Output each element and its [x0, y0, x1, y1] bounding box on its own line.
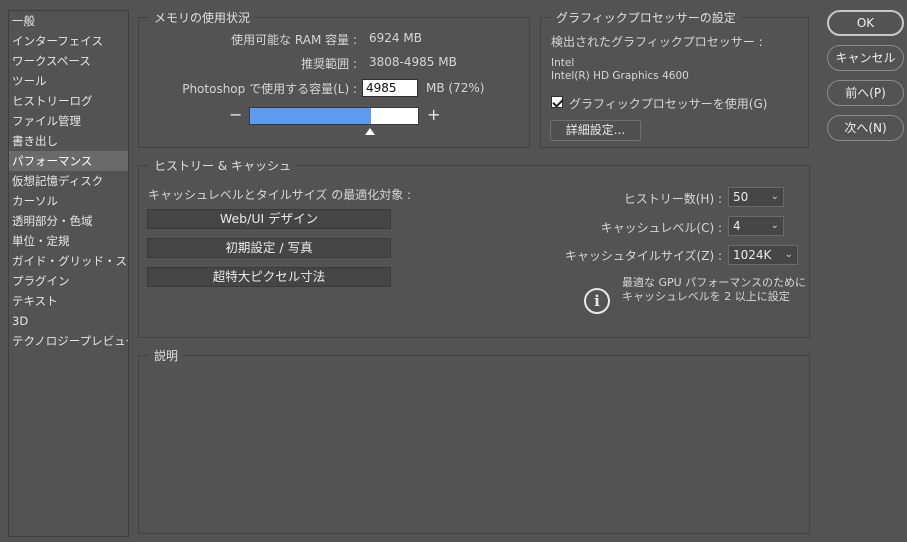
graphics-processor-group: グラフィックプロセッサーの設定 検出されたグラフィックプロセッサー : Inte…: [540, 9, 809, 148]
next-button[interactable]: 次へ(N): [827, 115, 904, 141]
sidebar-item[interactable]: テキスト: [9, 291, 128, 311]
chevron-down-icon: ⌄: [770, 220, 779, 231]
history-cache-title: ヒストリー & キャッシュ: [149, 157, 296, 174]
cache-levels-select[interactable]: 4 ⌄: [728, 216, 784, 236]
sidebar-item[interactable]: ファイル管理: [9, 111, 128, 131]
memory-usage-label: Photoshop で使用する容量(L) :: [182, 82, 357, 96]
sidebar-item[interactable]: 単位・定規: [9, 231, 128, 251]
optimize-cache-label: キャッシュレベルとタイルサイズ の最適化対象 :: [148, 188, 412, 202]
previous-button[interactable]: 前へ(P): [827, 80, 904, 106]
history-cache-group: ヒストリー & キャッシュ キャッシュレベルとタイルサイズ の最適化対象 : W…: [138, 157, 810, 338]
cache-tile-size-select[interactable]: 1024K ⌄: [728, 245, 798, 265]
sidebar-item[interactable]: 書き出し: [9, 131, 128, 151]
memory-usage-title: メモリの使用状況: [149, 9, 256, 26]
sidebar-item[interactable]: パフォーマンス: [9, 151, 128, 171]
history-states-label: ヒストリー数(H) :: [623, 192, 722, 206]
available-ram-label: 使用可能な RAM 容量 :: [231, 33, 357, 47]
sidebar-item[interactable]: ツール: [9, 71, 128, 91]
memory-usage-slider[interactable]: [249, 107, 419, 125]
web-ui-design-button[interactable]: Web/UI デザイン: [147, 209, 391, 229]
sidebar-item[interactable]: インターフェイス: [9, 31, 128, 51]
sidebar-item[interactable]: カーソル: [9, 191, 128, 211]
gpu-cache-tip-line2: キャッシュレベルを 2 以上に設定: [622, 290, 790, 303]
memory-usage-group: メモリの使用状況 使用可能な RAM 容量 : 6924 MB 推奨範囲 : 3…: [138, 9, 530, 148]
memory-usage-unit: MB (72%): [426, 81, 485, 95]
decrease-memory-button[interactable]: −: [229, 107, 242, 123]
history-states-value: 50: [733, 190, 749, 204]
gpu-model: Intel(R) HD Graphics 4600: [551, 70, 689, 82]
graphics-processor-title: グラフィックプロセッサーの設定: [551, 9, 741, 26]
sidebar-item[interactable]: プラグイン: [9, 271, 128, 291]
huge-pixel-dimensions-button[interactable]: 超特大ピクセル寸法: [147, 267, 391, 287]
use-gpu-checkbox[interactable]: [551, 96, 563, 108]
gpu-vendor: Intel: [551, 57, 575, 69]
cache-levels-label: キャッシュレベル(C) :: [600, 221, 722, 235]
chevron-down-icon: ⌄: [770, 191, 779, 202]
memory-usage-slider-fill: [250, 108, 371, 124]
memory-usage-slider-thumb[interactable]: [365, 128, 376, 135]
ideal-range-value: 3808-4985 MB: [369, 55, 457, 69]
default-photos-button[interactable]: 初期設定 / 写真: [147, 238, 391, 258]
memory-usage-input[interactable]: 4985: [362, 79, 418, 97]
advanced-settings-button[interactable]: 詳細設定...: [550, 120, 641, 141]
info-icon: i: [584, 288, 610, 314]
cache-tile-size-label: キャッシュタイルサイズ(Z) :: [564, 249, 722, 263]
increase-memory-button[interactable]: +: [427, 107, 440, 123]
sidebar-item[interactable]: 一般: [9, 11, 128, 31]
use-gpu-label[interactable]: グラフィックプロセッサーを使用(G): [569, 95, 767, 112]
available-ram-value: 6924 MB: [369, 31, 422, 45]
history-states-select[interactable]: 50 ⌄: [728, 187, 784, 207]
cache-tile-size-value: 1024K: [733, 248, 772, 262]
description-title: 説明: [149, 347, 184, 364]
sidebar-item[interactable]: テクノロジープレビュー: [9, 331, 128, 351]
ideal-range-label: 推奨範囲 :: [301, 57, 357, 71]
cancel-button[interactable]: キャンセル: [827, 45, 904, 71]
detected-gpu-label: 検出されたグラフィックプロセッサー :: [551, 35, 763, 49]
sidebar-item[interactable]: ワークスペース: [9, 51, 128, 71]
sidebar-item[interactable]: 仮想記憶ディスク: [9, 171, 128, 191]
preferences-sidebar: 一般 インターフェイス ワークスペース ツール ヒストリーログ ファイル管理 書き出し パフォ…: [8, 10, 129, 537]
sidebar-item[interactable]: ヒストリーログ: [9, 91, 128, 111]
sidebar-item[interactable]: 透明部分・色域: [9, 211, 128, 231]
ok-button[interactable]: OK: [827, 10, 904, 36]
sidebar-item[interactable]: ガイド・グリッド・スライス: [9, 251, 128, 271]
chevron-down-icon: ⌄: [784, 249, 793, 260]
cache-levels-value: 4: [733, 219, 741, 233]
sidebar-item[interactable]: 3D: [9, 311, 128, 331]
description-group: 説明: [138, 347, 810, 534]
